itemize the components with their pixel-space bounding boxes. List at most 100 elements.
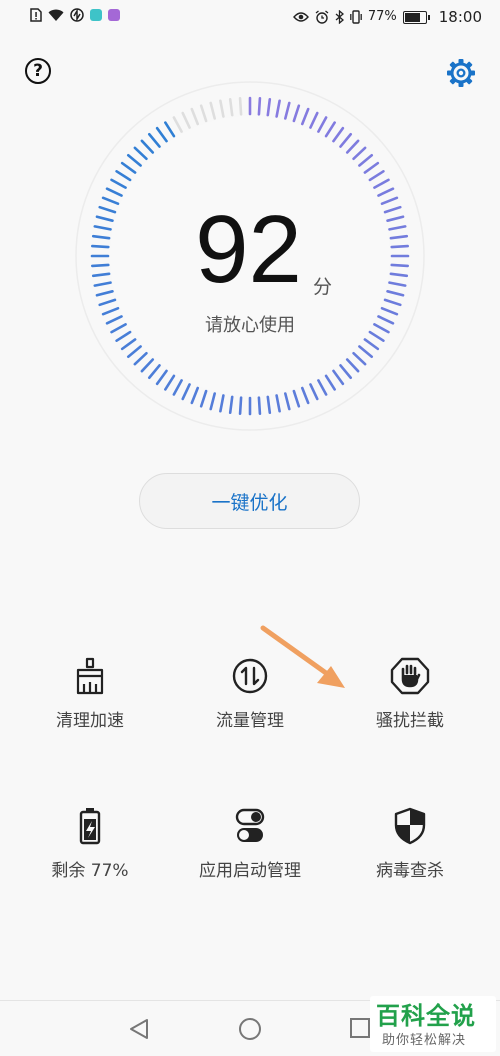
gauge-tick xyxy=(390,263,409,268)
gauge-tick xyxy=(120,161,137,174)
gauge-tick xyxy=(373,178,390,189)
tool-label: 病毒查杀 xyxy=(376,861,444,881)
gauge-tick xyxy=(140,139,155,154)
gauge-tick xyxy=(317,379,328,396)
tool-harassment-block[interactable]: 骚扰拦截 xyxy=(330,656,490,731)
gauge-tick xyxy=(105,315,123,325)
gauge-tick xyxy=(155,369,168,386)
gauge-tick xyxy=(317,116,328,133)
tool-data-traffic[interactable]: 流量管理 xyxy=(170,656,330,731)
data-traffic-icon xyxy=(232,658,268,694)
gauge-tick xyxy=(339,132,353,148)
gauge-tick xyxy=(91,263,110,268)
gauge-tick xyxy=(383,205,402,214)
gauge-tick xyxy=(389,234,409,240)
help-glyph: ? xyxy=(33,61,43,81)
bluetooth-icon xyxy=(335,10,344,24)
gauge-tick xyxy=(386,215,405,222)
app-notification-icon xyxy=(90,9,102,21)
phone-manager-screen: 77% 18:00 ? 92 分 请放心使用 一键优化 清理加速 流量管理 骚扰… xyxy=(0,0,500,1056)
gauge-tick xyxy=(386,290,405,297)
score-status-text: 请放心使用 xyxy=(205,315,295,336)
gauge-tick xyxy=(238,396,243,415)
help-icon[interactable]: ? xyxy=(25,58,51,84)
battery-icon xyxy=(402,10,430,24)
gauge-tick xyxy=(93,225,112,231)
score-value: 92 xyxy=(195,196,302,303)
back-icon[interactable] xyxy=(128,1017,150,1041)
gauge-tick xyxy=(358,345,374,359)
watermark-logo: 百科全说 助你轻松解决 xyxy=(370,996,496,1052)
gauge-tick xyxy=(181,111,191,129)
gauge-tick xyxy=(332,369,345,386)
watermark-title: 百科全说 xyxy=(376,1002,476,1030)
gauge-tick xyxy=(147,132,161,148)
gauge-tick xyxy=(257,396,262,415)
gauge-tick xyxy=(105,187,123,197)
gauge-tick xyxy=(110,178,127,189)
gauge-tick xyxy=(238,97,243,116)
gauge-tick xyxy=(300,107,310,126)
gauge-tick xyxy=(164,374,176,391)
recent-apps-icon[interactable] xyxy=(350,1018,370,1038)
battery-percent: 77% xyxy=(367,9,397,24)
gauge-tick xyxy=(115,330,132,342)
battery-icon xyxy=(79,808,101,845)
gauge-tick xyxy=(120,338,137,351)
gauge-tick xyxy=(133,146,148,161)
gauge-tick xyxy=(91,272,111,278)
gauge-tick xyxy=(390,244,409,249)
gauge-tick xyxy=(199,104,208,123)
gauge-tick xyxy=(363,338,380,351)
gauge-tick xyxy=(257,97,262,116)
gauge-tick xyxy=(300,386,310,405)
clock: 18:00 xyxy=(438,8,482,26)
score-unit: 分 xyxy=(313,276,333,298)
tool-battery[interactable]: 剩余 77% xyxy=(10,806,170,881)
gauge-tick xyxy=(388,281,407,287)
gauge-tick xyxy=(133,351,148,366)
gauge-tick xyxy=(266,395,272,415)
gauge-tick xyxy=(95,215,114,222)
gauge-tick xyxy=(345,358,360,373)
gauge-tick xyxy=(377,187,395,197)
gauge-tick xyxy=(292,104,301,123)
watermark-subtitle: 助你轻松解决 xyxy=(382,1033,467,1048)
gauge-tick xyxy=(377,315,395,325)
tool-label: 骚扰拦截 xyxy=(376,711,444,731)
gauge-tick xyxy=(164,121,176,138)
gauge-tick xyxy=(358,153,374,167)
tool-label: 应用启动管理 xyxy=(199,861,301,881)
gauge-tick xyxy=(389,272,409,278)
gauge-tick xyxy=(91,244,110,249)
gauge-tick xyxy=(383,298,402,307)
tool-virus-scan[interactable]: 病毒查杀 xyxy=(330,806,490,881)
gauge-tick xyxy=(266,97,272,117)
gauge-tick xyxy=(140,358,155,373)
gear-icon[interactable] xyxy=(445,57,477,89)
gauge-tick xyxy=(284,101,291,120)
shield-icon xyxy=(394,807,426,845)
gauge-tick xyxy=(98,205,117,214)
gauge-tick xyxy=(380,306,399,316)
gauge-tick xyxy=(292,389,301,408)
tool-label: 流量管理 xyxy=(216,711,284,731)
gauge-tick xyxy=(345,139,360,154)
gauge-tick xyxy=(126,345,142,359)
gauge-tick xyxy=(352,146,367,161)
home-icon[interactable] xyxy=(238,1017,262,1041)
gauge-tick xyxy=(368,330,385,342)
wifi-icon xyxy=(48,9,64,21)
gauge-tick xyxy=(363,161,380,174)
gauge-tick xyxy=(275,99,281,118)
eye-comfort-icon xyxy=(292,12,309,22)
gauge-tick xyxy=(332,126,345,143)
gauge-tick xyxy=(115,170,132,182)
gauge-tick xyxy=(284,392,291,411)
tool-cleanup[interactable]: 清理加速 xyxy=(10,656,170,731)
tool-app-launch[interactable]: 应用启动管理 xyxy=(170,806,330,881)
one-click-optimize-button[interactable]: 一键优化 xyxy=(139,473,360,529)
gauge-tick xyxy=(228,97,234,117)
gauge-tick xyxy=(324,121,336,138)
gauge-tick xyxy=(93,281,112,287)
